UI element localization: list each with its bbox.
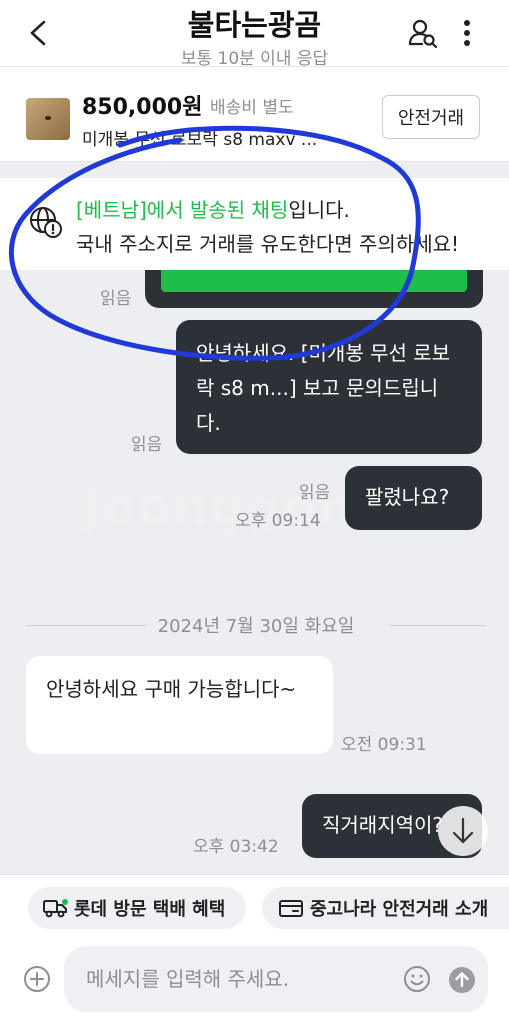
warning-line-2: 국내 주소지로 거래를 유도한다면 주의하세요! — [76, 232, 460, 256]
chip-label: 롯데 방문 택배 혜택 — [74, 899, 226, 920]
overseas-warning-banner: [베트남]에서 발송된 채팅입니다. 국내 주소지로 거래를 유도한다면 주의하… — [0, 178, 509, 270]
message-bubble-out: 안녕하세요. [미개봉 무선 로보락 s8 m...] 보고 문의드립니다. — [176, 320, 482, 454]
message-time: 오후 03:42 — [193, 837, 279, 857]
message-bubble-out: 팔렸나요? — [345, 466, 482, 530]
emoji-button[interactable] — [402, 964, 432, 994]
arrow-up-circle-icon — [449, 967, 475, 993]
safe-trade-info-chip[interactable]: 중고나라 안전거래 소개 — [262, 887, 509, 929]
truck-icon — [43, 899, 68, 918]
product-price: 850,000원 — [82, 95, 203, 120]
profile-search-button[interactable] — [406, 16, 440, 50]
safe-trade-button[interactable]: 안전거래 — [382, 95, 480, 139]
warning-line-1-suffix: 입니다. — [288, 198, 350, 222]
read-receipt: 읽음 — [299, 483, 331, 503]
date-divider: 2024년 7월 30일 화요일 — [26, 612, 486, 640]
chat-header: 불타는광곰 보통 10분 이내 응답 — [0, 0, 509, 69]
product-name: 미개봉 무선 로보락 s8 maxv ... — [82, 130, 318, 150]
chip-label: 중고나라 안전거래 소개 — [310, 899, 489, 920]
smiley-icon — [404, 966, 430, 992]
send-button[interactable] — [448, 966, 476, 994]
quick-action-bar: 롯데 방문 택배 혜택 중고나라 안전거래 소개 — [0, 874, 509, 941]
message-time: 오후 09:14 — [235, 511, 321, 531]
more-options-button[interactable] — [454, 16, 480, 50]
warning-line-1: [베트남]에서 발송된 채팅입니다. — [76, 194, 350, 223]
more-vertical-icon — [464, 20, 470, 46]
card-icon — [279, 900, 303, 917]
attach-button[interactable] — [22, 964, 52, 994]
shipping-fee-label: 배송비 별도 — [210, 98, 294, 118]
message-bubble-card — [145, 270, 483, 308]
plus-circle-icon — [24, 966, 50, 992]
read-receipt: 읽음 — [100, 289, 132, 309]
arrow-down-icon — [452, 817, 474, 844]
lotte-delivery-chip[interactable]: 롯데 방문 택배 혜택 — [28, 887, 246, 929]
product-info-bar[interactable]: 850,000원 배송비 별도 미개봉 무선 로보락 s8 maxv ... 안… — [0, 66, 509, 162]
user-search-icon — [408, 19, 438, 49]
message-time: 오전 09:31 — [341, 735, 427, 755]
card-action-button[interactable] — [161, 270, 467, 292]
warning-country-highlight: [베트남]에서 발송된 채팅 — [76, 198, 289, 222]
scroll-to-bottom-button[interactable] — [438, 806, 488, 856]
read-receipt: 읽음 — [131, 435, 163, 455]
divider-line-right — [390, 625, 486, 626]
product-thumbnail[interactable] — [26, 98, 70, 140]
globe-warning-icon — [30, 207, 62, 238]
message-bubble-in: 안녕하세요 구매 가능합니다~ — [26, 656, 333, 754]
